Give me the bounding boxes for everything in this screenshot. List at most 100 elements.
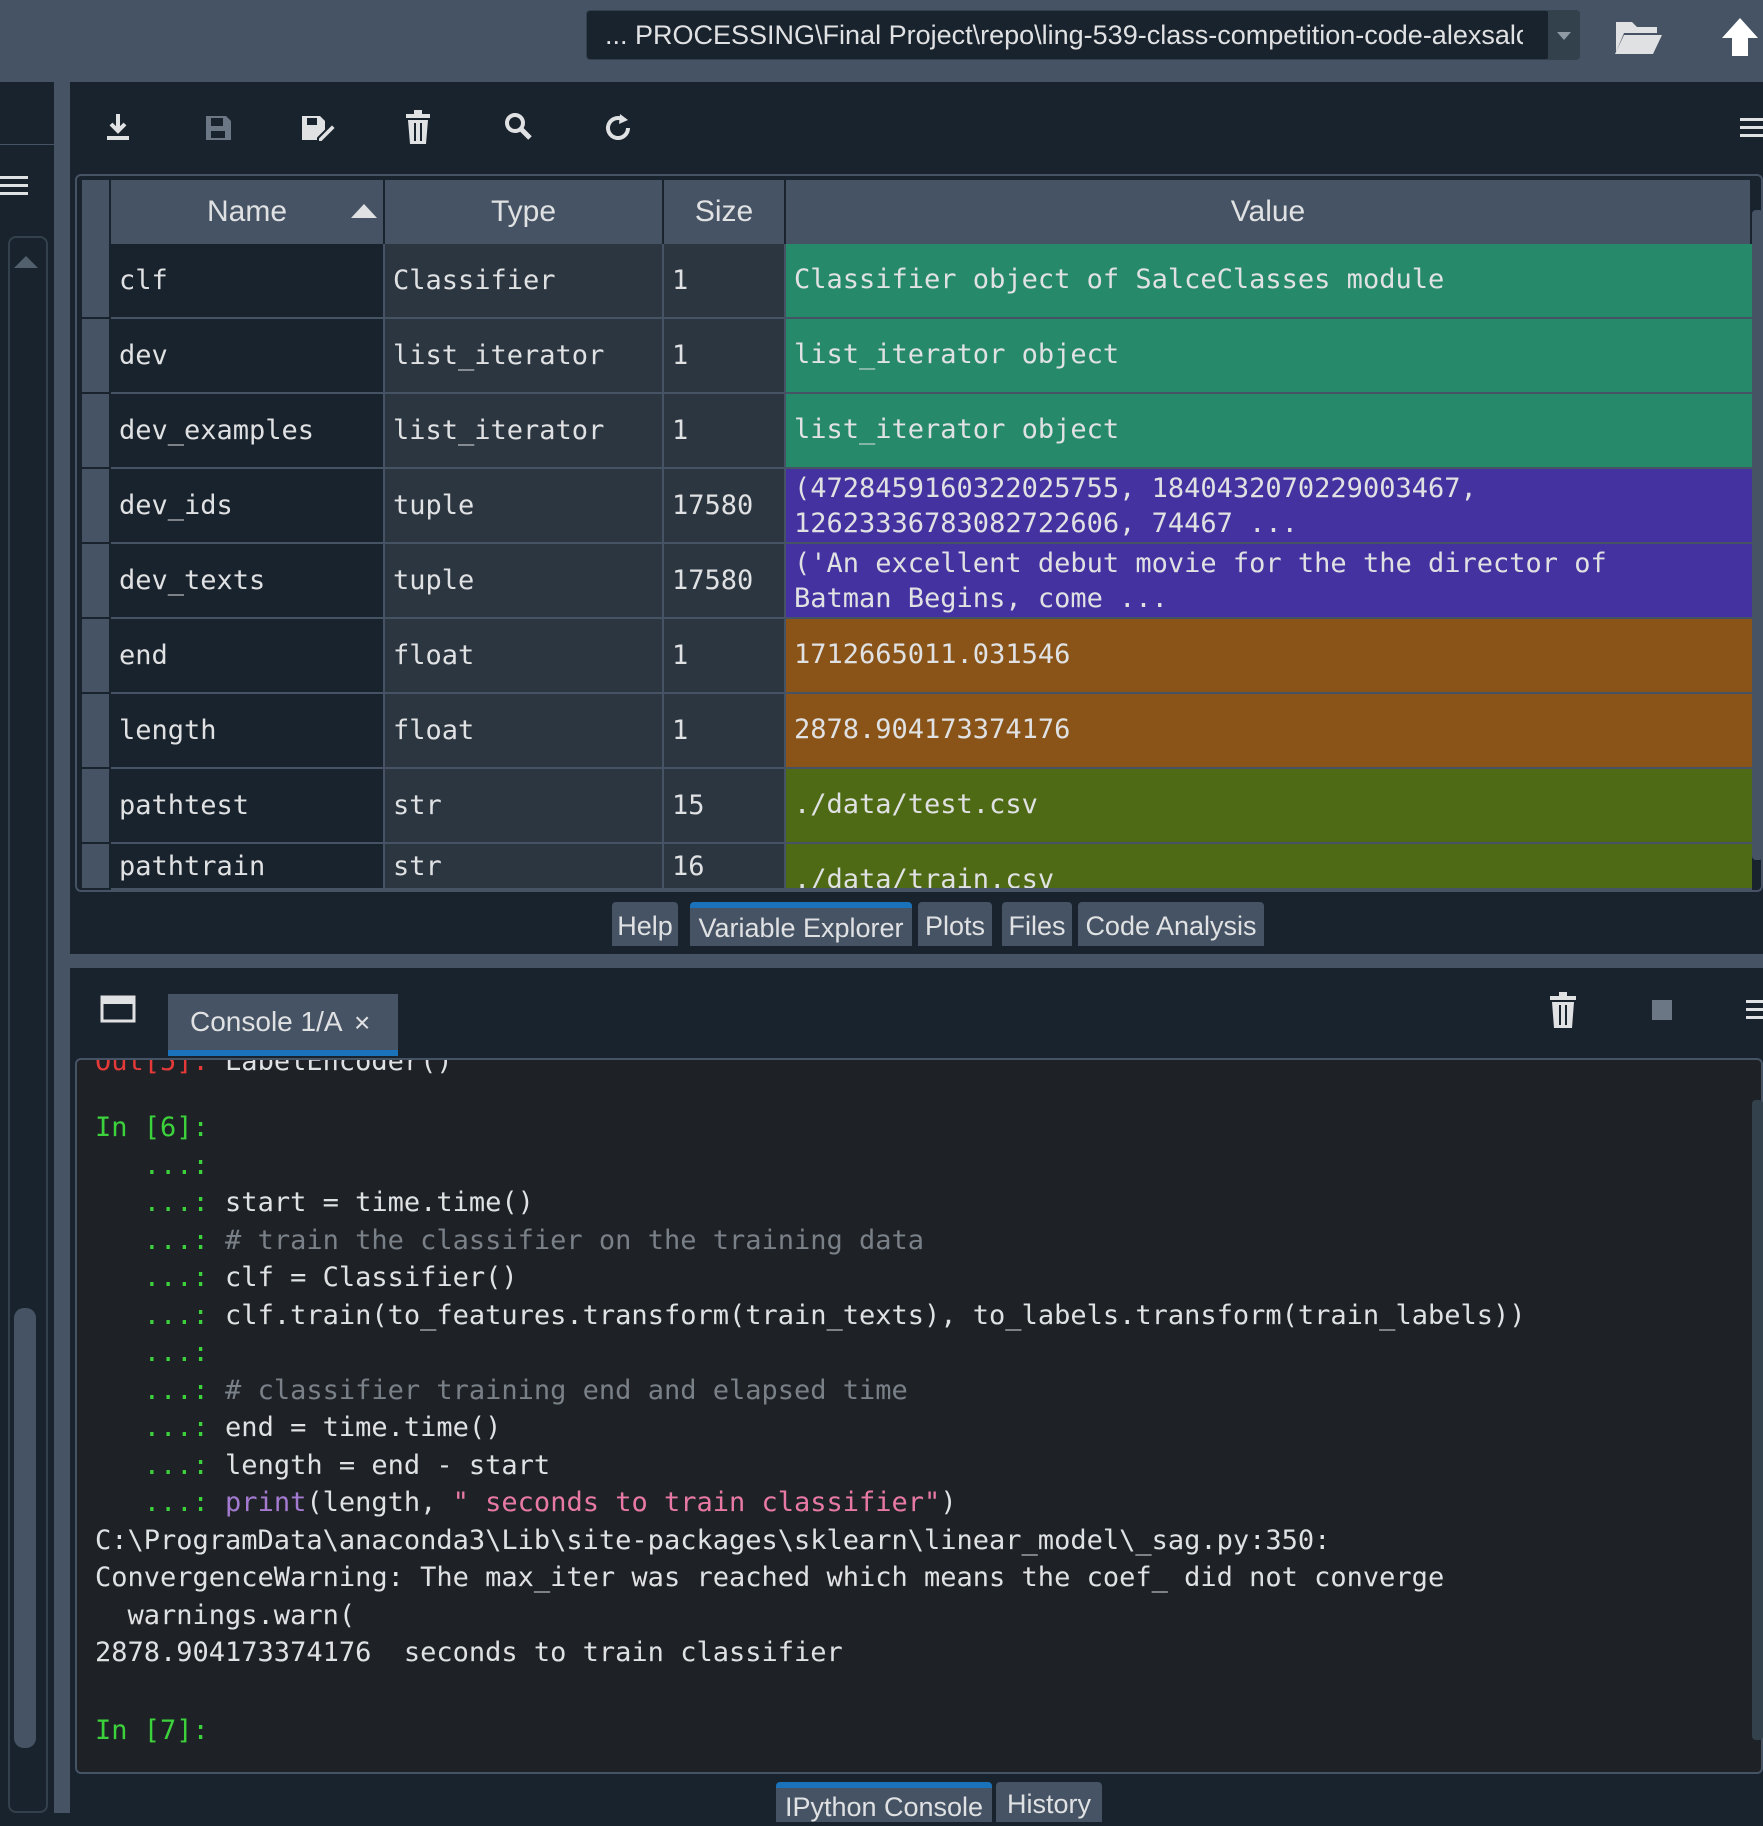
refresh-icon[interactable] [598,108,638,148]
code-text: clf.train(to_features.transform(train_te… [208,1300,1526,1331]
console-line: ...: clf.train(to_features.transform(tra… [95,1298,1526,1334]
variable-size-cell[interactable]: 15 [664,769,786,844]
tab-label: Plots [924,911,986,941]
row-header[interactable] [82,394,109,467]
options-menu-icon[interactable] [1740,996,1763,1026]
out-prompt: Out[5]: [95,1058,209,1077]
in-prompt[interactable]: In [7]: [95,1713,209,1749]
warning-line: warnings.warn( [95,1600,356,1631]
variable-name-cell[interactable]: dev_examples [111,394,385,469]
row-header[interactable] [82,469,109,542]
console-line: ...: start = time.time() [95,1185,534,1221]
close-icon[interactable]: × [354,1008,378,1038]
code-text: end = time.time() [208,1412,502,1443]
column-header-label: Value [1230,195,1306,228]
pane-splitter[interactable] [54,82,70,1813]
tab-label: Help [617,911,673,941]
variable-name-cell[interactable]: dev [111,319,385,394]
variable-value-cell[interactable]: ('An excellent debut movie for the the d… [786,544,1752,619]
save-as-icon[interactable] [298,108,338,148]
import-data-icon[interactable] [98,108,138,148]
variable-name-cell[interactable]: dev_texts [111,544,385,619]
variable-size-cell[interactable]: 17580 [664,544,786,619]
options-menu-icon[interactable] [0,172,30,200]
variable-value-cell[interactable]: ./data/train.csv [786,844,1752,890]
variable-value-cell[interactable]: list_iterator object [786,394,1752,469]
column-header-type[interactable]: Type [385,180,664,244]
value-line: list_iterator object [794,414,1120,445]
header-corner [82,180,111,244]
variable-type-cell[interactable]: tuple [385,469,664,544]
variable-size-cell[interactable]: 1 [664,319,786,394]
code-builtin: print [208,1487,307,1518]
tab-plots[interactable]: Plots [918,902,992,946]
value-line: Batman Begins, come ... [794,583,1168,614]
vertical-scrollbar[interactable] [1752,1100,1763,1740]
column-header-value[interactable]: Value [786,180,1752,244]
sort-ascending-icon [351,204,377,218]
tab-variable-explorer[interactable]: Variable Explorer [690,902,912,946]
variable-type-cell[interactable]: float [385,619,664,694]
search-icon[interactable] [498,108,538,148]
variable-size-cell[interactable]: 16 [664,844,786,890]
variable-type-cell[interactable]: Classifier [385,244,664,319]
variable-size-cell[interactable]: 1 [664,694,786,769]
tab-files[interactable]: Files [1002,902,1072,946]
row-header[interactable] [82,544,109,617]
save-icon[interactable] [198,108,238,148]
options-menu-icon[interactable] [1740,108,1763,148]
variable-type-cell[interactable]: list_iterator [385,319,664,394]
variable-name-cell[interactable]: clf [111,244,385,319]
variable-name-cell[interactable]: length [111,694,385,769]
scrollbar-handle[interactable] [14,1308,36,1748]
stop-icon[interactable] [1652,1000,1672,1020]
row-header[interactable] [82,844,109,888]
variable-value-cell[interactable]: (4728459160322025755, 184043207022900346… [786,469,1752,544]
tab-help[interactable]: Help [612,902,678,946]
variable-size-cell[interactable]: 1 [664,244,786,319]
column-header-size[interactable]: Size [664,180,786,244]
console-output[interactable]: Out[5]: LabelEncoder() In [6]: ...: ...:… [75,1058,1763,1774]
variable-name-cell[interactable]: end [111,619,385,694]
chevron-down-icon[interactable] [1548,10,1580,60]
tab-label: Variable Explorer [698,913,904,943]
row-header[interactable] [82,244,109,317]
row-header[interactable] [82,769,109,842]
variable-type-cell[interactable]: float [385,694,664,769]
continuation-prompt: ...: [95,1337,209,1368]
tab-history[interactable]: History [996,1782,1102,1822]
working-directory-path[interactable]: ... PROCESSING\Final Project\repo\ling-5… [605,11,1523,59]
tab-ipython-console[interactable]: IPython Console [776,1782,992,1822]
scroll-up-arrow-icon[interactable] [14,256,38,268]
new-window-icon[interactable] [100,994,138,1026]
warning-line: ConvergenceWarning: The max_iter was rea… [95,1562,1445,1593]
clear-console-icon[interactable] [1546,990,1580,1030]
variable-type-cell[interactable]: str [385,769,664,844]
arrow-up-icon[interactable] [1718,14,1763,60]
variable-name-cell[interactable]: pathtrain [111,844,385,890]
pane-splitter[interactable] [54,954,1763,968]
variable-type-cell[interactable]: str [385,844,664,890]
folder-open-icon[interactable] [1610,14,1666,60]
row-header[interactable] [82,619,109,692]
variable-name-cell[interactable]: pathtest [111,769,385,844]
vertical-scrollbar[interactable] [1752,210,1763,860]
row-header[interactable] [82,319,109,392]
variable-size-cell[interactable]: 17580 [664,469,786,544]
value-line: 1712665011.031546 [794,639,1071,670]
variable-value-cell[interactable]: ./data/test.csv [786,769,1752,844]
working-directory-combobox[interactable]: ... PROCESSING\Final Project\repo\ling-5… [586,10,1550,60]
variable-name-cell[interactable]: dev_ids [111,469,385,544]
variable-value-cell[interactable]: 1712665011.031546 [786,619,1752,694]
column-header-name[interactable]: Name [111,180,385,244]
variable-type-cell[interactable]: tuple [385,544,664,619]
tab-code-analysis[interactable]: Code Analysis [1078,902,1264,946]
delete-icon[interactable] [398,108,438,148]
row-header[interactable] [82,694,109,767]
variable-size-cell[interactable]: 1 [664,394,786,469]
variable-value-cell[interactable]: list_iterator object [786,319,1752,394]
variable-value-cell[interactable]: 2878.904173374176 [786,694,1752,769]
variable-type-cell[interactable]: list_iterator [385,394,664,469]
variable-value-cell[interactable]: Classifier object of SalceClasses module [786,244,1752,319]
variable-size-cell[interactable]: 1 [664,619,786,694]
